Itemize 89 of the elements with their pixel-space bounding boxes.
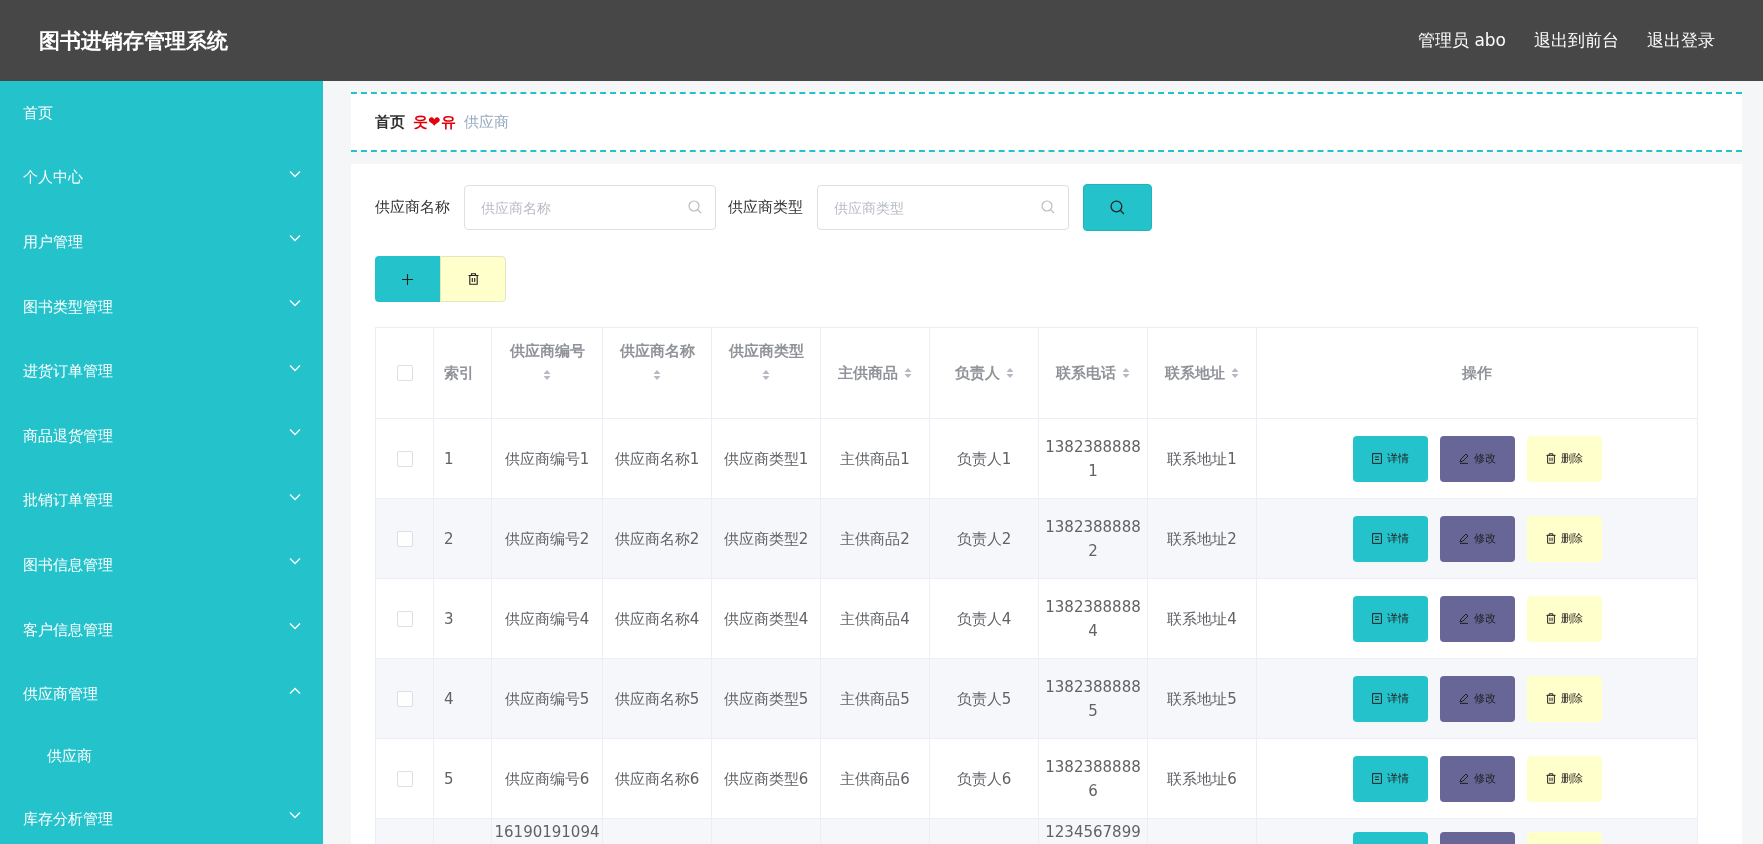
edit-button[interactable]: 修改 (1439, 435, 1515, 482)
detail-button[interactable]: 详情 (1352, 755, 1428, 802)
table-cell-text: 联系地址1 (1167, 448, 1237, 470)
delete-button[interactable]: 删除 (1526, 515, 1602, 562)
delete-button[interactable]: 删除 (1526, 595, 1602, 642)
table-cell-text: 主供商品1 (840, 448, 910, 470)
table-cell-text: 13823888885 (1045, 676, 1141, 722)
column-header[interactable]: 操作 (1462, 363, 1492, 383)
edit-button[interactable]: 修改 (1439, 515, 1515, 562)
table-cell-text: 供应商类型1 (723, 448, 809, 470)
table-cell-text: 主供商品6 (840, 768, 910, 790)
table-cell-text: 16190191094 (494, 822, 600, 843)
delete-button[interactable]: 删除 (1526, 435, 1602, 482)
search-field[interactable]: 供应商名称 (464, 185, 716, 230)
table-cell-text: 供应商类型5 (723, 688, 809, 710)
table-cell-text: 主供商品5 (840, 688, 910, 710)
table-cell-text: 主供商品4 (840, 608, 910, 630)
field-label: 供应商类型 (728, 198, 803, 217)
table-cell-text: 供应商名称2 (614, 528, 700, 550)
table-cell-text: 3 (444, 608, 454, 630)
table-cell-text: 主供商品2 (840, 528, 910, 550)
breadcrumb-link[interactable]: 首页 (375, 112, 405, 132)
table-cell-text: 联系地址2 (1167, 528, 1237, 550)
table-cell-text: 5 (444, 768, 454, 790)
table-cell-text: 供应商名称6 (614, 768, 700, 790)
edit-button[interactable]: 修改 (1439, 595, 1515, 642)
table-cell-text: 1234567899 (1045, 822, 1141, 843)
table-cell-text: 1 (444, 448, 454, 470)
delete-button[interactable]: 删除 (1526, 755, 1602, 802)
sidebar-item[interactable]: 批销订单管理 (0, 468, 323, 534)
sidebar-item[interactable]: 客户信息管理 (0, 597, 323, 663)
table-cell-text: 联系地址6 (1167, 768, 1237, 790)
column-header[interactable]: 联系电话 (1056, 363, 1130, 383)
edit-button[interactable]: 修改 (1439, 675, 1515, 722)
edit-button[interactable]: 修改 (1439, 755, 1515, 802)
header-link[interactable]: 退出登录 (1647, 29, 1715, 52)
column-header[interactable]: 联系地址 (1165, 363, 1239, 383)
detail-button[interactable]: 详情 (1352, 595, 1428, 642)
table-cell-text: 供应商名称5 (614, 688, 700, 710)
table-cell-text: 2 (444, 528, 454, 550)
sidebar-item[interactable]: 个人中心 (0, 145, 323, 211)
sidebar-item[interactable]: 库存分析管理 (0, 786, 323, 844)
column-header[interactable]: 主供商品 (838, 363, 912, 383)
sidebar-item[interactable]: 商品退货管理 (0, 403, 323, 469)
table-cell-text: 联系地址5 (1167, 688, 1237, 710)
table-cell-text: 联系地址4 (1167, 608, 1237, 630)
sidebar-item[interactable]: 供应商管理 (0, 662, 323, 727)
delete-button[interactable]: 删除 (1526, 675, 1602, 722)
column-header[interactable]: 供应商编号 (509, 342, 585, 381)
table-cell-text: 供应商名称4 (614, 608, 700, 630)
table-cell-text: 供应商编号6 (504, 768, 590, 790)
table-cell-text: 供应商名称1 (614, 448, 700, 470)
breadcrumb-separator: 웃❤유 (413, 112, 456, 132)
table-cell-text: 供应商编号2 (504, 528, 590, 550)
detail-button[interactable]: 详情 (1352, 675, 1428, 722)
column-header[interactable]: 供应商类型 (728, 342, 804, 381)
table-cell-text: 13823888884 (1045, 596, 1141, 642)
detail-button[interactable]: 详情 (1352, 435, 1428, 482)
table-cell-text: 负责人5 (956, 688, 1012, 710)
detail-button[interactable]: 详情 (1352, 515, 1428, 562)
table-cell-text: 负责人1 (956, 448, 1012, 470)
sidebar-item[interactable]: 进货订单管理 (0, 339, 323, 404)
sidebar-item[interactable]: 首页 (0, 81, 323, 146)
table-cell-text: 13823888881 (1045, 436, 1141, 482)
table-cell-text: 供应商编号5 (504, 688, 590, 710)
app-title: 图书进销存管理系统 (39, 27, 228, 55)
breadcrumb-current: 供应商 (463, 112, 509, 132)
table-cell-text: 负责人2 (956, 528, 1012, 550)
search-field[interactable]: 供应商类型 (817, 185, 1069, 230)
column-header[interactable]: 供应商名称 (619, 342, 695, 381)
sidebar-item[interactable]: 图书类型管理 (0, 274, 323, 340)
table-cell-text: 供应商类型4 (723, 608, 809, 630)
table-cell-text: 4 (444, 688, 454, 710)
table-cell-text: 供应商类型2 (723, 528, 809, 550)
sidebar-item[interactable]: 图书信息管理 (0, 533, 323, 598)
table-cell-text: 负责人4 (956, 608, 1012, 630)
header-link[interactable]: 退出到前台 (1534, 29, 1619, 52)
table-cell-text: 供应商编号4 (504, 608, 590, 630)
sidebar-subitem[interactable]: 供应商 (0, 726, 323, 787)
table-cell-text: 供应商编号1 (504, 448, 590, 470)
table-cell-text: 13823888886 (1045, 756, 1141, 802)
table-cell-text: 负责人6 (956, 768, 1012, 790)
table-cell-text: 供应商类型6 (723, 768, 809, 790)
sidebar-item[interactable]: 用户管理 (0, 210, 323, 275)
user-label: 管理员 abo (1418, 29, 1506, 52)
field-label: 供应商名称 (375, 198, 450, 217)
table-cell-text: 13823888882 (1045, 516, 1141, 562)
column-header[interactable]: 负责人 (954, 363, 1014, 383)
column-header[interactable]: 索引 (444, 363, 474, 383)
